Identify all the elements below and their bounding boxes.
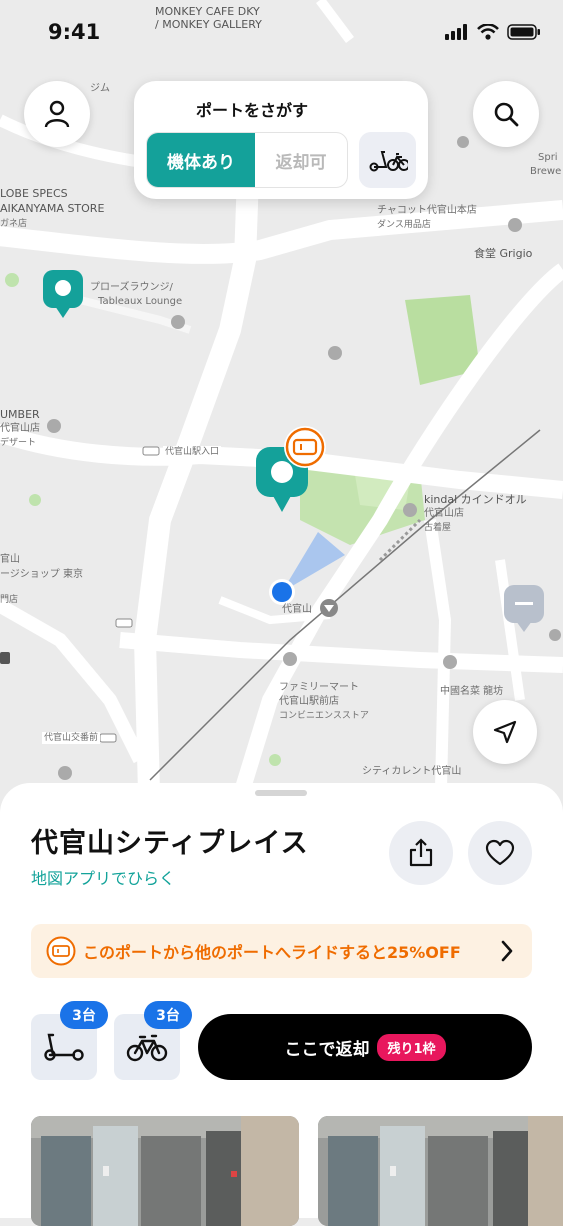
bicycle-icon (126, 1034, 168, 1062)
status-bar: 9:41 (0, 0, 563, 60)
search-button[interactable] (473, 81, 539, 147)
status-time: 9:41 (48, 20, 101, 44)
map-label: 門店 (0, 595, 19, 605)
map-label: 代官山店 (0, 423, 40, 434)
promo-text: このポートから他のポートへライドすると25%OFF (83, 943, 461, 962)
battery-icon (507, 24, 540, 40)
map-label: kindal カインドオル (424, 493, 527, 506)
kickboard-icon (44, 1033, 84, 1061)
map-label: ダンス用品店 (377, 220, 431, 230)
map-label: 古着屋 (424, 523, 452, 533)
port-photo[interactable] (31, 1116, 299, 1226)
map-label: Spri (538, 152, 558, 163)
filter-segmented-control: 機体あり 返却可 (146, 132, 348, 188)
map-label: 食堂 Grigio (474, 247, 533, 260)
map-label: AIKANYAMA STORE (0, 202, 105, 215)
share-button[interactable] (389, 821, 453, 885)
profile-button[interactable] (24, 81, 90, 147)
wifi-icon (477, 24, 499, 40)
port-search-panel: ポートをさがす 機体あり 返却可 (134, 81, 428, 199)
ticket-icon (46, 936, 76, 966)
search-icon (494, 102, 519, 127)
port-photo[interactable] (318, 1116, 563, 1226)
port-photo-image (318, 1116, 563, 1226)
map-label: 代官山 (282, 604, 312, 615)
map-label: ジム (90, 83, 110, 94)
chevron-right-icon (501, 940, 513, 962)
locate-me-button[interactable] (473, 700, 537, 764)
map-label: LOBE SPECS (0, 187, 68, 200)
map-label: 代官山駅入口 (163, 446, 222, 458)
cellular-signal-icon (445, 24, 467, 40)
filter-available-tab[interactable]: 機体あり (147, 133, 255, 187)
map-label: コンビニエンスストア (279, 711, 369, 721)
sheet-handle[interactable] (255, 790, 307, 796)
port-detail-sheet[interactable]: 代官山シティプレイス 地図アプリでひらく このポートから他のポートへライドすると… (0, 783, 563, 1226)
vehicle-type-button[interactable] (359, 132, 416, 188)
map-label: ージショップ 東京 (0, 569, 83, 580)
discount-promo-banner[interactable]: このポートから他のポートへライドすると25%OFF (31, 924, 532, 978)
map-label: プローズラウンジ/ (90, 282, 173, 293)
navigation-arrow-icon (493, 720, 517, 744)
map-label: チャコット代官山本店 (377, 205, 477, 216)
map-label: ファミリーマート (279, 682, 359, 693)
map-label: 代官山駅前店 (279, 696, 339, 707)
map-label: Tableaux Lounge (98, 296, 183, 307)
map-label: デザート (0, 438, 37, 448)
filter-returnable-tab[interactable]: 返却可 (255, 133, 347, 187)
return-here-button[interactable]: ここで返却 残り1枠 (198, 1014, 532, 1080)
map-label: シティカレント代官山 (362, 766, 462, 777)
map-label: Brewe (530, 166, 562, 177)
map-label: UMBER (0, 408, 40, 421)
map-label: ガネ店 (0, 219, 28, 229)
heart-icon (485, 839, 515, 866)
open-map-app-link[interactable]: 地図アプリでひらく (31, 865, 175, 889)
bike-count-badge: 3台 (144, 1001, 192, 1029)
user-icon (44, 100, 70, 128)
scooter-bike-icon (369, 151, 408, 172)
map-label: 官山 (0, 554, 20, 565)
remaining-slots-badge: 残り1枠 (377, 1033, 446, 1061)
port-photo-image (31, 1116, 299, 1226)
map-label: 代官山交番前 (42, 732, 101, 744)
panel-title: ポートをさがす (195, 101, 308, 120)
port-name: 代官山シティプレイス (31, 828, 309, 859)
map-label: 代官山店 (424, 508, 464, 519)
return-label: ここで返却 (284, 1039, 370, 1060)
favorite-button[interactable] (468, 821, 532, 885)
map-label: 中國名菜 龍坊 (440, 686, 504, 697)
scooter-count-badge: 3台 (60, 1001, 108, 1029)
share-icon (409, 838, 433, 867)
